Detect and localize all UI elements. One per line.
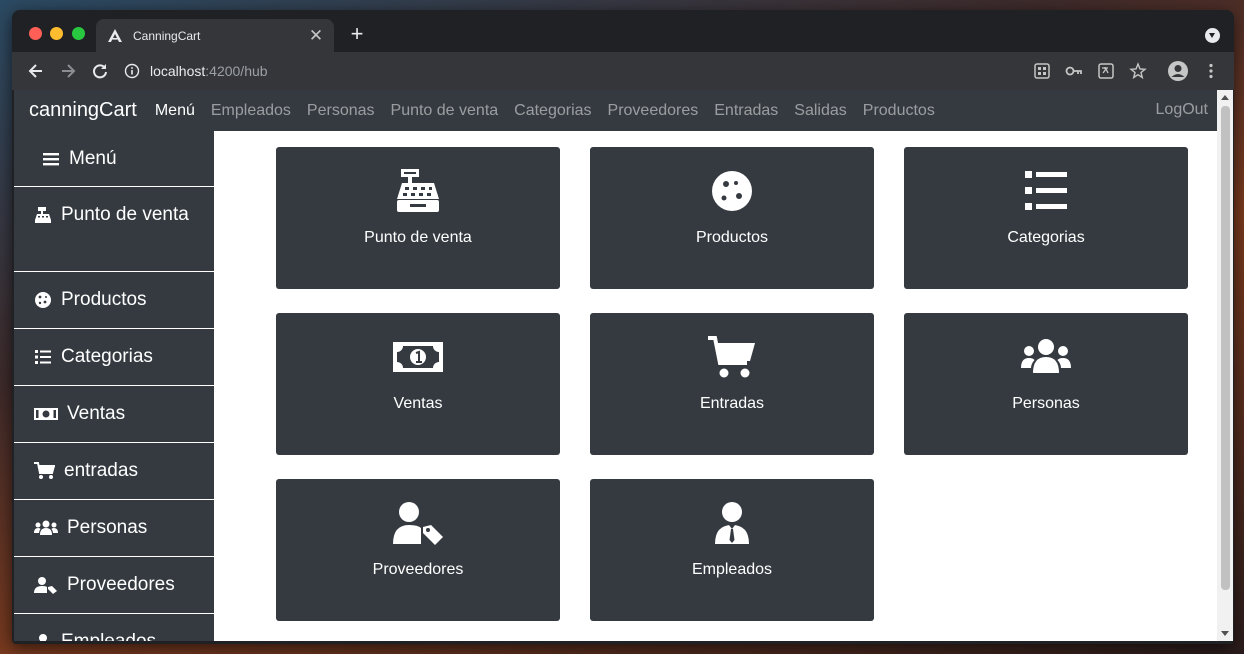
nav-link-entradas[interactable]: Entradas bbox=[706, 102, 786, 120]
user-tie-icon bbox=[715, 502, 749, 544]
sidebar-item-personas[interactable]: Personas bbox=[14, 500, 214, 557]
sidebar-item-label: Productos bbox=[61, 289, 147, 310]
nav-link-personas[interactable]: Personas bbox=[299, 102, 383, 120]
back-icon[interactable] bbox=[26, 61, 46, 81]
nav-link-salidas[interactable]: Salidas bbox=[786, 102, 854, 120]
navbar-brand[interactable]: canningCart bbox=[29, 99, 137, 122]
sidebar-item-proveedores[interactable]: Proveedores bbox=[14, 557, 214, 614]
shopping-cart-icon bbox=[708, 336, 755, 378]
cookie-icon bbox=[35, 292, 51, 308]
tile-proveedores[interactable]: Proveedores bbox=[276, 479, 560, 621]
page-scrollbar[interactable] bbox=[1217, 90, 1233, 641]
sidebar-item-label: Menú bbox=[69, 147, 117, 169]
sidebar-item-label: Punto de venta bbox=[61, 204, 189, 225]
sidebar-item-label: Ventas bbox=[67, 403, 126, 424]
tile-empleados[interactable]: Empleados bbox=[590, 479, 874, 621]
close-window-button[interactable] bbox=[29, 27, 42, 40]
tile-productos[interactable]: Productos bbox=[590, 147, 874, 289]
tile-label: Empleados bbox=[691, 561, 773, 578]
tile-label: Ventas bbox=[393, 395, 443, 412]
scroll-up-arrow-icon[interactable] bbox=[1221, 95, 1229, 100]
sidebar-item-label: Empleados bbox=[61, 631, 156, 641]
sidebar-item-label: Personas bbox=[67, 517, 148, 538]
info-icon[interactable] bbox=[124, 63, 140, 79]
sidebar-item-entradas[interactable]: entradas bbox=[14, 443, 214, 500]
url-path: :4200/hub bbox=[205, 63, 268, 79]
scroll-thumb[interactable] bbox=[1221, 106, 1230, 590]
user-tie-icon bbox=[39, 634, 47, 641]
tile-label: Personas bbox=[1012, 395, 1080, 412]
scroll-down-arrow-icon[interactable] bbox=[1221, 631, 1229, 636]
users-icon bbox=[34, 520, 58, 535]
tab-close-icon[interactable]: ✕ bbox=[308, 27, 324, 44]
sidebar-item-empleados[interactable]: Empleados bbox=[14, 614, 214, 641]
key-icon[interactable] bbox=[1065, 62, 1083, 80]
tile-label: Proveedores bbox=[372, 561, 464, 578]
tile-label: Punto de venta bbox=[364, 229, 472, 246]
browser-window: CanningCart ✕ + localhost:4200/hub cann… bbox=[12, 10, 1234, 644]
tab-strip: CanningCart ✕ + bbox=[12, 10, 1234, 52]
sidebar-item-ventas[interactable]: Ventas bbox=[14, 386, 214, 443]
more-menu-icon[interactable] bbox=[1202, 62, 1220, 80]
tab-search-icon[interactable] bbox=[1205, 28, 1220, 43]
nav-link-empleados[interactable]: Empleados bbox=[203, 102, 299, 120]
maximize-window-button[interactable] bbox=[72, 27, 85, 40]
sidebar-item-productos[interactable]: Productos bbox=[14, 272, 214, 329]
sidebar-item-categorias[interactable]: Categorias bbox=[14, 329, 214, 386]
reload-icon[interactable] bbox=[90, 61, 110, 81]
tile-label: Productos bbox=[695, 229, 769, 246]
hamburger-icon bbox=[43, 152, 59, 165]
tile-personas[interactable]: Personas bbox=[904, 313, 1188, 455]
tile-ventas[interactable]: Ventas bbox=[276, 313, 560, 455]
tile-categorias[interactable]: Categorias bbox=[904, 147, 1188, 289]
angular-logo-icon bbox=[108, 28, 122, 42]
browser-toolbar: localhost:4200/hub bbox=[12, 52, 1234, 90]
users-icon bbox=[1021, 339, 1071, 373]
address-bar[interactable]: localhost:4200/hub bbox=[124, 56, 1124, 86]
sidebar: Menú Punto de venta Productos Categorias… bbox=[14, 131, 214, 641]
cash-register-icon bbox=[397, 169, 439, 212]
tile-entradas[interactable]: Entradas bbox=[590, 313, 874, 455]
user-tag-icon bbox=[393, 502, 443, 545]
translate-icon[interactable] bbox=[1097, 62, 1115, 80]
list-icon bbox=[35, 350, 51, 364]
sidebar-item-label: Categorias bbox=[61, 346, 153, 367]
tile-label: Categorias bbox=[1007, 229, 1085, 246]
tab-title: CanningCart bbox=[133, 28, 201, 43]
url-host: localhost bbox=[150, 63, 206, 79]
app-navbar: canningCart Menú Empleados Personas Punt… bbox=[14, 90, 1217, 131]
nav-link-categorias[interactable]: Categorias bbox=[506, 102, 599, 120]
nav-link-punto-de-venta[interactable]: Punto de venta bbox=[383, 102, 507, 120]
cookie-icon bbox=[712, 171, 752, 211]
sidebar-item-punto-de-venta[interactable]: Punto de venta bbox=[14, 187, 214, 272]
nav-link-productos[interactable]: Productos bbox=[855, 102, 943, 120]
money-bill-icon bbox=[393, 342, 443, 372]
nav-link-proveedores[interactable]: Proveedores bbox=[600, 102, 707, 120]
tile-label: Entradas bbox=[699, 395, 765, 412]
browser-tab[interactable]: CanningCart ✕ bbox=[96, 19, 334, 52]
new-tab-button[interactable]: + bbox=[346, 23, 368, 45]
money-bill-icon bbox=[34, 408, 58, 420]
shopping-cart-icon bbox=[34, 462, 55, 479]
user-tag-icon bbox=[34, 577, 57, 594]
page-viewport: canningCart Menú Empleados Personas Punt… bbox=[14, 90, 1217, 641]
nav-link-menu[interactable]: Menú bbox=[147, 102, 203, 120]
tile-punto-de-venta[interactable]: Punto de venta bbox=[276, 147, 560, 289]
logout-link[interactable]: LogOut bbox=[1156, 101, 1208, 119]
profile-avatar-icon[interactable] bbox=[1167, 60, 1189, 82]
sidebar-item-label: Proveedores bbox=[67, 574, 175, 595]
sidebar-item-label: entradas bbox=[64, 460, 138, 481]
cash-register-icon bbox=[35, 207, 51, 223]
minimize-window-button[interactable] bbox=[50, 27, 63, 40]
list-icon bbox=[1025, 171, 1067, 210]
bookmark-star-icon[interactable] bbox=[1129, 62, 1147, 80]
apps-grid-icon[interactable] bbox=[1033, 62, 1051, 80]
forward-icon[interactable] bbox=[58, 61, 78, 81]
sidebar-item-menu[interactable]: Menú bbox=[14, 131, 214, 187]
